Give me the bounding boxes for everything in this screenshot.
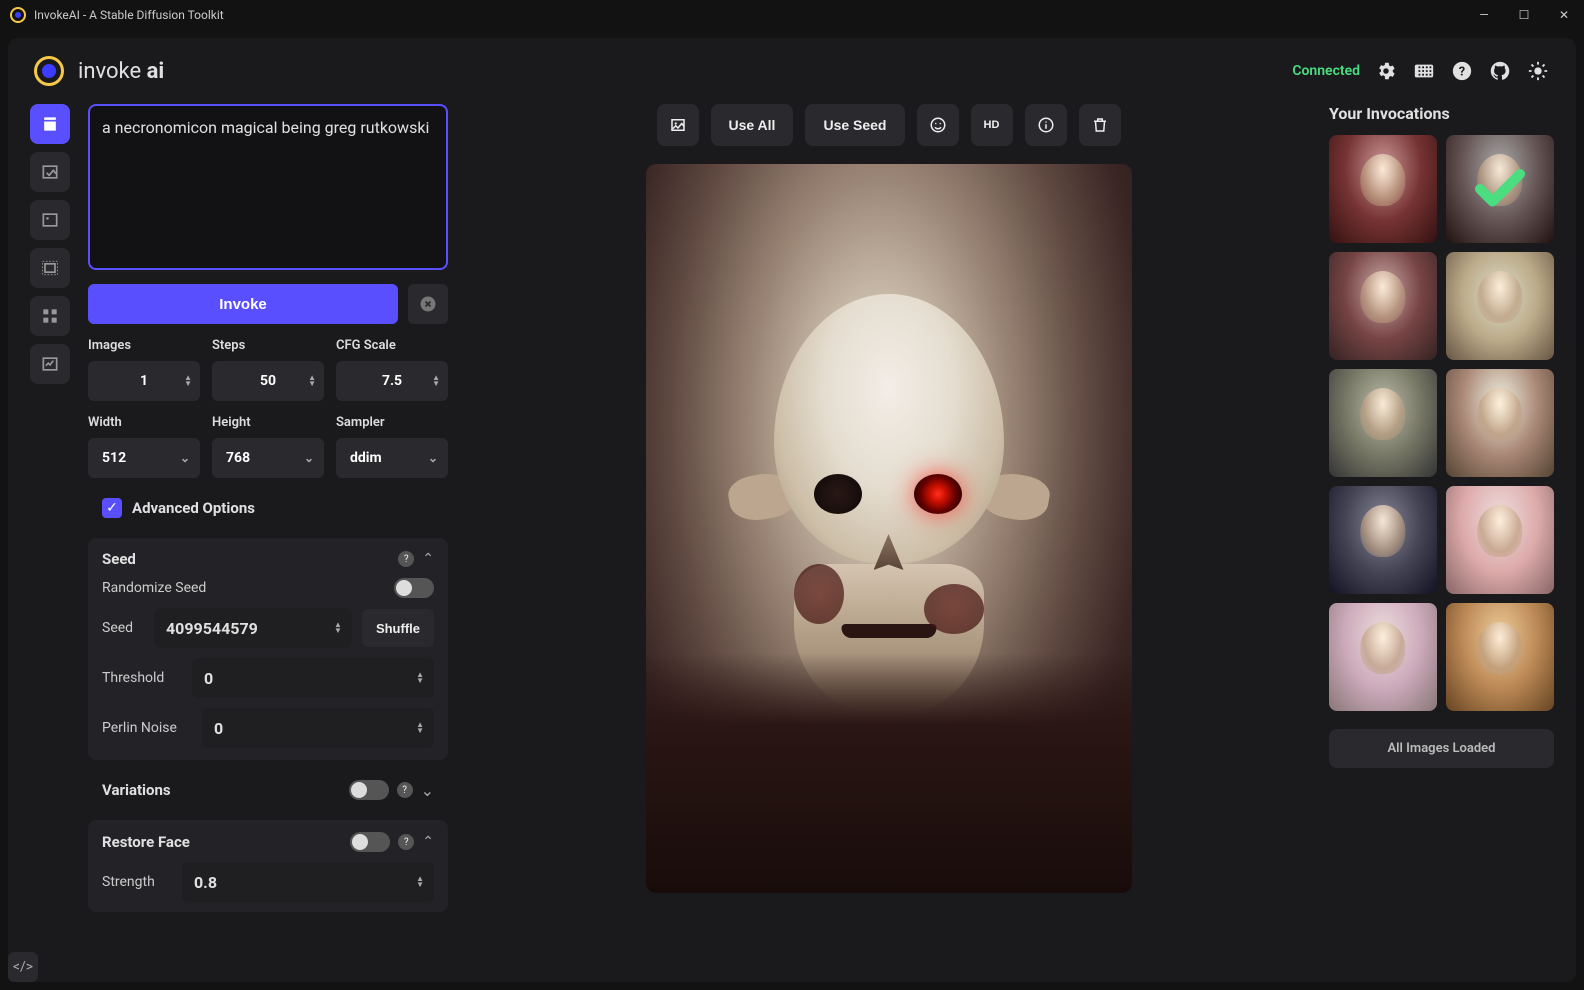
all-loaded-label: All Images Loaded [1329, 729, 1554, 768]
steps-label: Steps [212, 338, 324, 353]
steps-input[interactable]: 50▲▼ [212, 361, 324, 401]
github-icon[interactable] [1488, 59, 1512, 83]
threshold-label: Threshold [102, 670, 182, 686]
strength-label: Strength [102, 874, 172, 890]
theme-icon[interactable] [1526, 59, 1550, 83]
perlin-label: Perlin Noise [102, 720, 192, 736]
strength-input[interactable]: 0.8▲▼ [182, 862, 434, 902]
app-header: invoke ai Connected ? [30, 56, 1554, 86]
invoke-button[interactable]: Invoke [88, 284, 398, 324]
sampler-label: Sampler [336, 415, 448, 430]
restore-title: Restore Face [102, 833, 190, 851]
seed-help-icon[interactable]: ? [398, 551, 414, 567]
variations-toggle[interactable] [349, 780, 389, 800]
svg-text:?: ? [1459, 65, 1465, 80]
seed-panel: Seed ? ⌃ Randomize Seed Seed 4099544579▲… [88, 538, 448, 760]
upscale-button[interactable]: HD [971, 104, 1013, 146]
gallery-thumb[interactable] [1446, 252, 1554, 360]
gallery-thumb[interactable] [1446, 369, 1554, 477]
gallery-thumb[interactable] [1446, 135, 1554, 243]
tab-postprocess[interactable] [30, 344, 70, 384]
prompt-input[interactable] [88, 104, 448, 270]
cfg-label: CFG Scale [336, 338, 448, 353]
maximize-button[interactable]: ☐ [1514, 5, 1534, 25]
restore-help-icon[interactable]: ? [398, 834, 414, 850]
tab-txt2img[interactable] [30, 104, 70, 144]
advanced-checkbox[interactable]: ✓ [102, 498, 122, 518]
keyboard-icon[interactable] [1412, 59, 1436, 83]
window-titlebar: InvokeAI - A Stable Diffusion Toolkit — … [0, 0, 1584, 30]
perlin-input[interactable]: 0▲▼ [202, 708, 434, 748]
gallery-thumb[interactable] [1329, 135, 1437, 243]
width-select[interactable]: 512⌄ [88, 438, 200, 478]
minimize-button[interactable]: — [1474, 5, 1494, 25]
gallery-thumb[interactable] [1329, 603, 1437, 711]
nav-tabs [30, 104, 70, 964]
face-restore-button[interactable] [917, 104, 959, 146]
width-label: Width [88, 415, 200, 430]
brand-text: invoke ai [78, 59, 164, 84]
seed-collapse-icon[interactable]: ⌃ [422, 551, 434, 567]
height-label: Height [212, 415, 324, 430]
seed-label: Seed [102, 620, 144, 636]
help-icon[interactable]: ? [1450, 59, 1474, 83]
info-button[interactable] [1025, 104, 1067, 146]
seed-input[interactable]: 4099544579▲▼ [154, 608, 352, 648]
gallery-panel: Your Invocations All Images Loaded [1329, 104, 1554, 964]
tab-outpaint[interactable] [30, 248, 70, 288]
shuffle-button[interactable]: Shuffle [362, 609, 434, 647]
tab-img2img[interactable] [30, 152, 70, 192]
gallery-thumb[interactable] [1446, 603, 1554, 711]
tab-inpaint[interactable] [30, 200, 70, 240]
logo-icon [34, 56, 64, 86]
gallery-thumb[interactable] [1446, 486, 1554, 594]
variations-expand-icon[interactable]: ⌄ [421, 781, 434, 800]
randomize-toggle[interactable] [394, 578, 434, 598]
use-all-button[interactable]: Use All [711, 104, 794, 146]
window-title: InvokeAI - A Stable Diffusion Toolkit [34, 8, 224, 22]
seed-title: Seed [102, 550, 136, 568]
images-input[interactable]: 1▲▼ [88, 361, 200, 401]
height-select[interactable]: 768⌄ [212, 438, 324, 478]
connection-status: Connected [1292, 63, 1360, 79]
advanced-label: Advanced Options [132, 499, 255, 517]
close-button[interactable]: ✕ [1554, 5, 1574, 25]
controls-panel: Invoke Images 1▲▼ Steps 50▲▼ CFG Scale 7… [88, 104, 448, 964]
gallery-title: Your Invocations [1329, 104, 1554, 123]
variations-title: Variations [102, 781, 171, 799]
restore-toggle[interactable] [350, 832, 390, 852]
gallery-thumb[interactable] [1329, 486, 1437, 594]
cfg-input[interactable]: 7.5▲▼ [336, 361, 448, 401]
images-label: Images [88, 338, 200, 353]
image-options-button[interactable] [657, 104, 699, 146]
code-toggle-button[interactable]: </> [8, 952, 38, 982]
tab-nodes[interactable] [30, 296, 70, 336]
center-panel: Use All Use Seed HD [466, 104, 1311, 964]
delete-button[interactable] [1079, 104, 1121, 146]
variations-section: Variations ? ⌄ [88, 774, 448, 806]
use-seed-button[interactable]: Use Seed [805, 104, 904, 146]
gallery-thumb[interactable] [1329, 252, 1437, 360]
app-icon [10, 7, 26, 23]
image-toolbar: Use All Use Seed HD [657, 104, 1121, 146]
variations-help-icon[interactable]: ? [397, 782, 413, 798]
cancel-button[interactable] [408, 284, 448, 324]
settings-icon[interactable] [1374, 59, 1398, 83]
sampler-select[interactable]: ddim⌄ [336, 438, 448, 478]
gallery-thumb[interactable] [1329, 369, 1437, 477]
restore-collapse-icon[interactable]: ⌃ [422, 834, 434, 850]
preview-image[interactable] [646, 164, 1132, 893]
restore-panel: Restore Face ? ⌃ Strength 0.8▲▼ [88, 820, 448, 912]
threshold-input[interactable]: 0▲▼ [192, 658, 434, 698]
randomize-label: Randomize Seed [102, 580, 384, 596]
